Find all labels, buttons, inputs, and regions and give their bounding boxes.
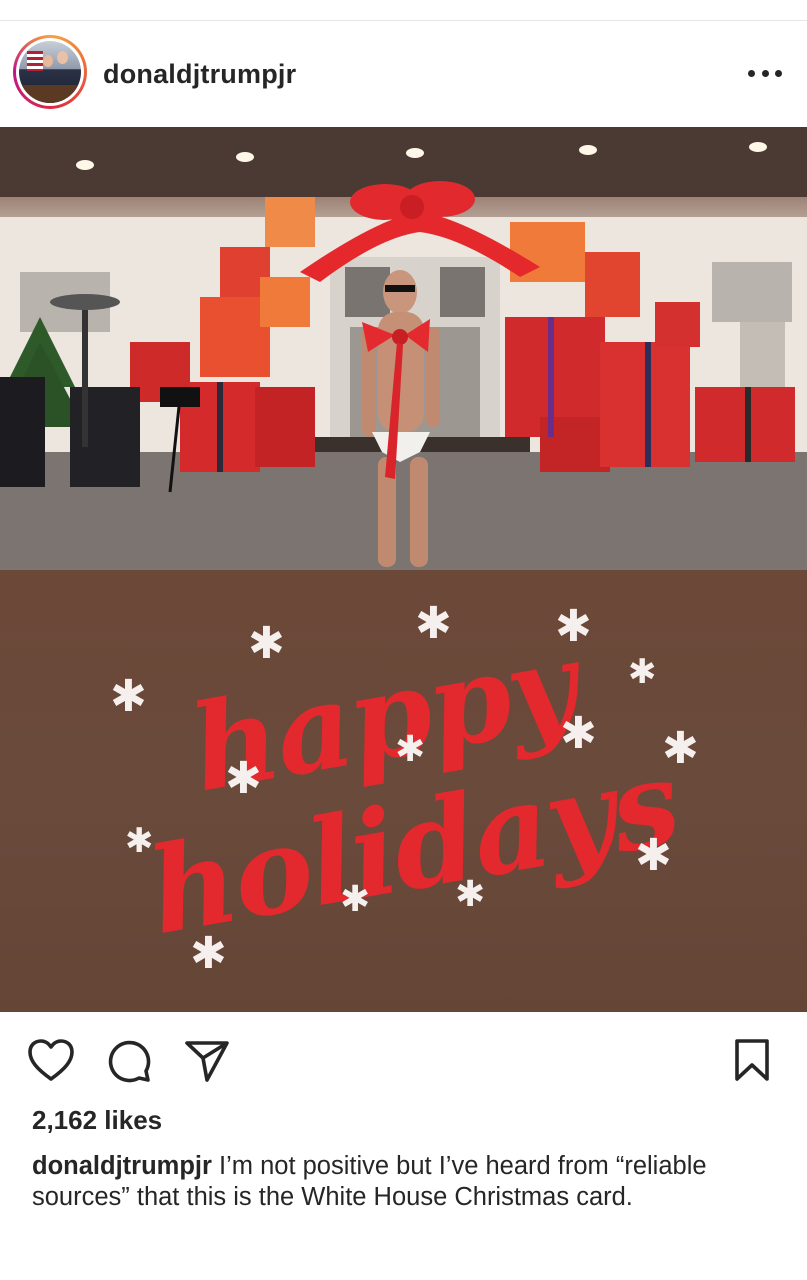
sparkle-icon: ✱: [455, 874, 486, 915]
caption-username[interactable]: donaldjtrumpjr: [32, 1152, 212, 1180]
sparkle-icon: ✱: [225, 753, 262, 804]
post-username[interactable]: donaldjtrumpjr: [103, 59, 296, 90]
sparkle-icon: ✱: [628, 652, 657, 692]
scene-illustration: [0, 127, 807, 570]
avatar-photo: [19, 41, 81, 103]
sparkle-icon: ✱: [110, 671, 147, 722]
sparkle-icon: ✱: [662, 723, 699, 774]
heart-icon[interactable]: [27, 1038, 75, 1082]
sparkle-icon: ✱: [395, 729, 426, 770]
post-caption: donaldjtrumpjr I’m not positive but I’ve…: [32, 1151, 772, 1213]
ellipsis-icon[interactable]: [748, 65, 782, 81]
post-image[interactable]: happy holidays ✱ ✱ ✱ ✱ ✱ ✱ ✱ ✱ ✱ ✱ ✱ ✱ ✱…: [0, 127, 807, 1012]
comment-icon[interactable]: [106, 1038, 152, 1084]
sparkle-icon: ✱: [340, 879, 371, 920]
sparkle-icon: ✱: [248, 618, 285, 669]
send-icon[interactable]: [184, 1038, 230, 1084]
likes-count[interactable]: 2,162 likes: [32, 1105, 162, 1136]
post-header: donaldjtrumpjr: [0, 21, 807, 127]
bookmark-icon[interactable]: [734, 1038, 770, 1082]
sparkle-icon: ✱: [190, 928, 227, 979]
sparkle-icon: ✱: [560, 708, 597, 759]
sparkle-icon: ✱: [125, 821, 154, 861]
sparkle-icon: ✱: [555, 601, 592, 652]
post-actions: [0, 1012, 807, 1104]
photo-scene: [0, 127, 807, 570]
sparkle-icon: ✱: [635, 830, 672, 881]
avatar[interactable]: [13, 35, 87, 109]
sparkle-icon: ✱: [415, 598, 452, 649]
